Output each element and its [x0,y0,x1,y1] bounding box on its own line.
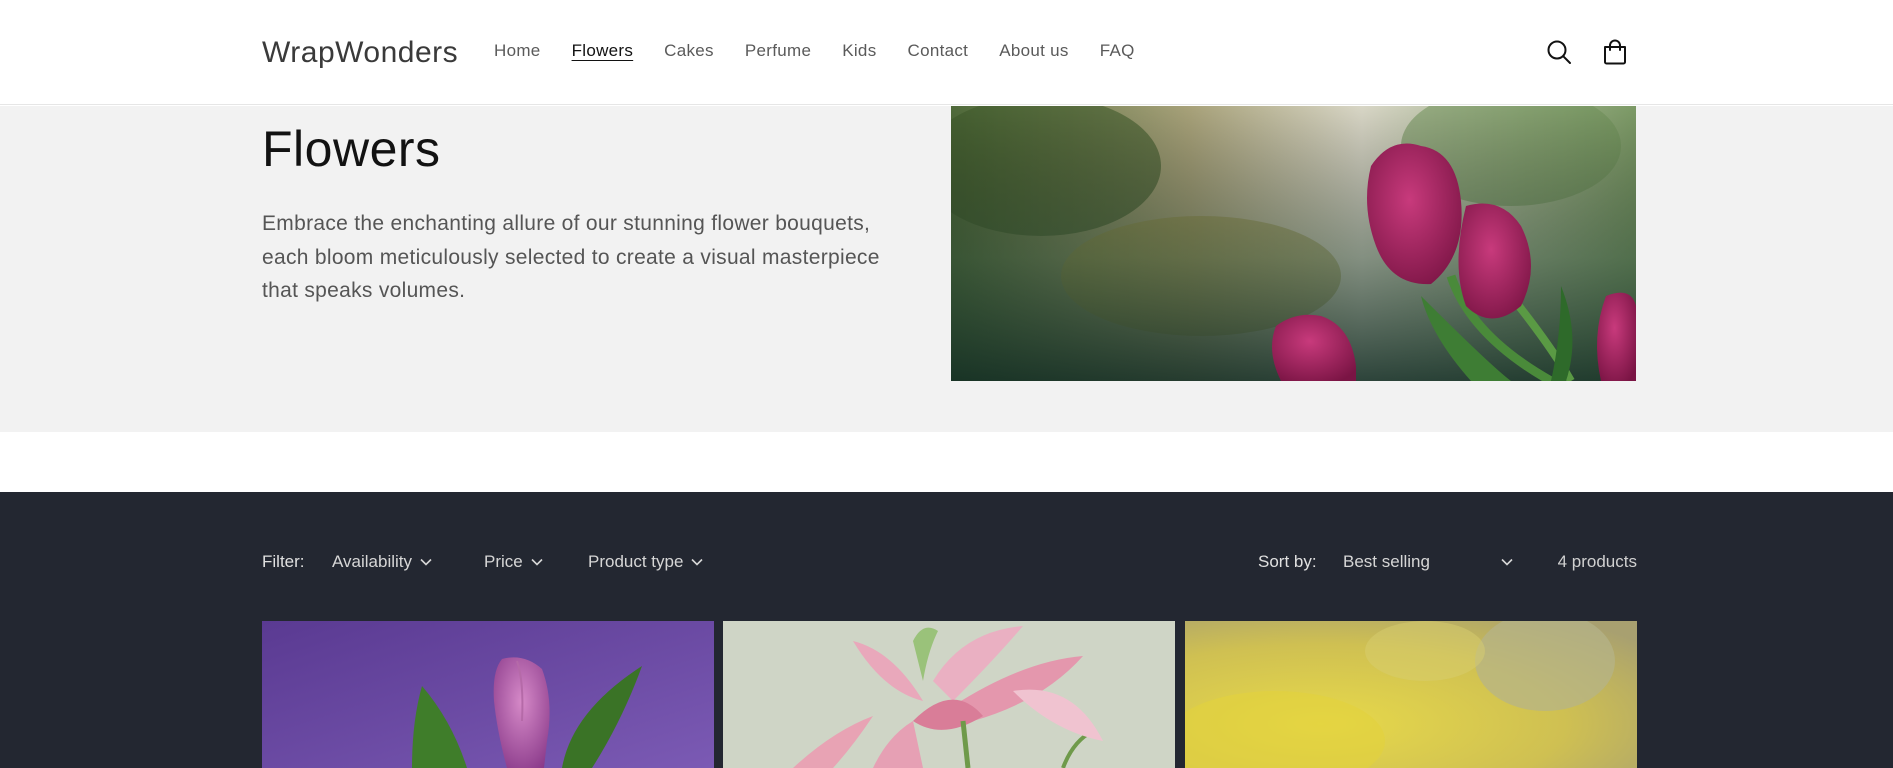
sort-select[interactable]: Best selling [1343,552,1513,572]
nav-flowers[interactable]: Flowers [572,41,634,61]
nav-home[interactable]: Home [494,41,541,61]
filter-bar: Filter: Availability Price Product type … [262,552,1637,576]
page-title: Flowers [262,121,441,177]
product-card[interactable] [1185,621,1637,768]
nav-kids[interactable]: Kids [842,41,876,61]
product-grid-section: Filter: Availability Price Product type … [0,492,1893,768]
sort-select-value: Best selling [1343,552,1430,571]
chevron-down-icon [531,558,543,566]
filter-label: Filter: [262,552,305,571]
nav-cakes[interactable]: Cakes [664,41,714,61]
nav-perfume[interactable]: Perfume [745,41,811,61]
filter-product-type-label: Product type [588,552,684,571]
filter-availability-label: Availability [332,552,413,571]
site-logo[interactable]: WrapWonders [262,36,458,70]
filter-price[interactable]: Price [484,552,543,572]
filter-availability[interactable]: Availability [332,552,432,572]
search-icon[interactable] [1544,36,1574,68]
chevron-down-icon [420,558,432,566]
sort-label: Sort by: [1258,552,1317,571]
filter-price-label: Price [484,552,523,571]
chevron-down-icon [691,558,704,566]
product-list [262,621,1637,768]
tulips-image [951,106,1636,381]
main-nav: Home Flowers Cakes Perfume Kids Contact … [494,41,1166,61]
collection-banner: Flowers Embrace the enchanting allure of… [0,106,1893,432]
nav-faq[interactable]: FAQ [1100,41,1135,61]
nav-contact[interactable]: Contact [908,41,969,61]
product-count: 4 products [1557,552,1637,571]
chevron-down-icon [1501,558,1513,566]
cart-icon[interactable] [1600,36,1630,68]
yellow-flower-image [1185,621,1637,768]
purple-tulip-image [262,621,714,768]
collection-description: Embrace the enchanting allure of our stu… [262,212,880,302]
nav-about-us[interactable]: About us [999,41,1069,61]
site-header: WrapWonders Home Flowers Cakes Perfume K… [0,0,1893,105]
filter-product-type[interactable]: Product type [588,552,704,572]
product-card[interactable] [723,621,1175,768]
pink-lily-image [723,621,1175,768]
product-card[interactable] [262,621,714,768]
